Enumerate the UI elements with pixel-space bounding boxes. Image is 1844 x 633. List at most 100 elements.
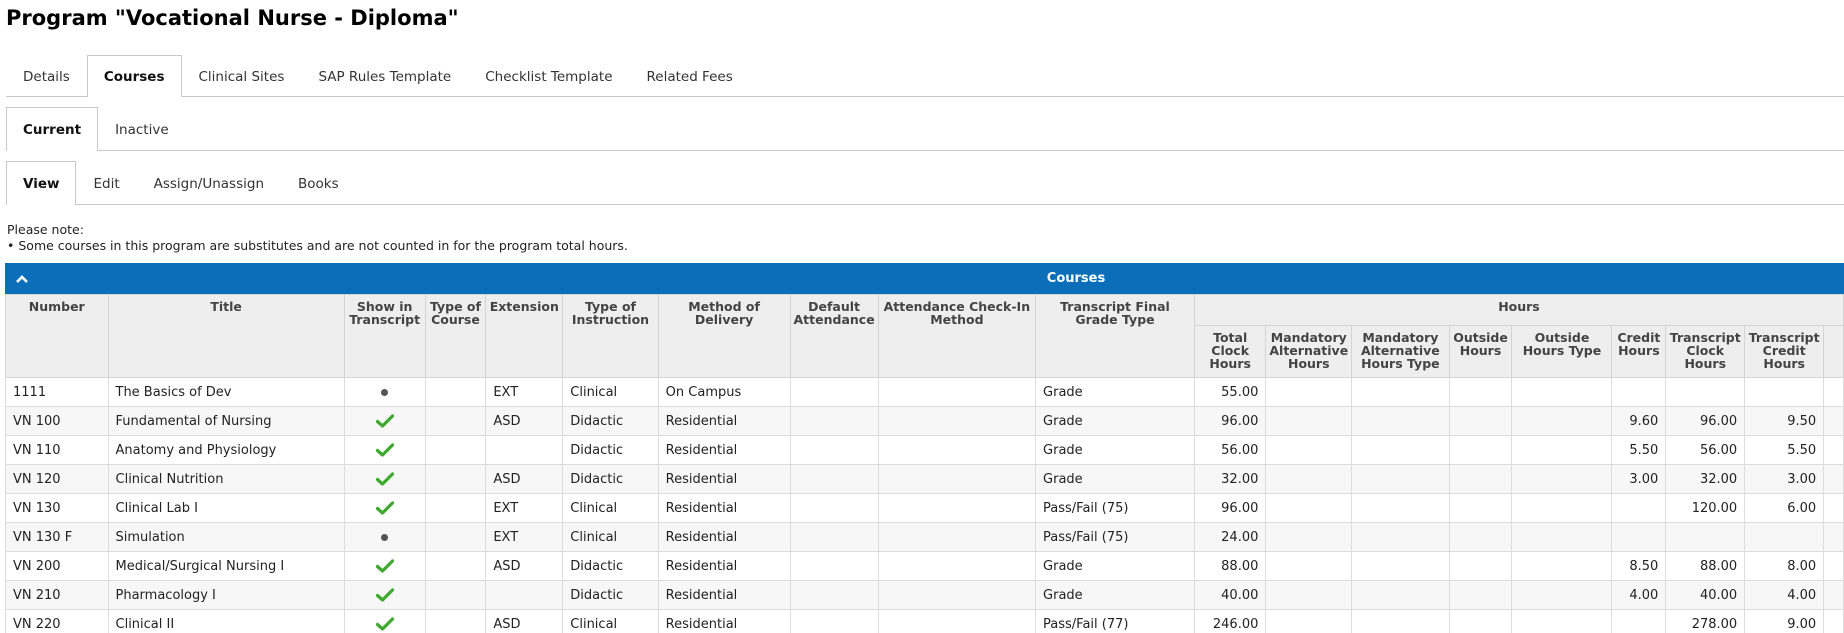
cell-credit-hours: [1611, 522, 1667, 552]
cell-attendance-check-in-method: [877, 609, 1037, 633]
tab-current[interactable]: Current: [6, 107, 99, 151]
cell-transcript-final-grade-type: Grade: [1035, 464, 1195, 494]
col-default-attendance[interactable]: Default Attendance: [789, 294, 879, 378]
cell-mandatory-alternative-hours-type: [1351, 522, 1450, 552]
tab-books[interactable]: Books: [281, 162, 356, 204]
tab-checklist-template[interactable]: Checklist Template: [468, 56, 629, 96]
col-total-clock-hours[interactable]: Total Clock Hours: [1193, 325, 1267, 378]
cell-total-clock-hours: 55.00: [1193, 377, 1267, 407]
col-show-in-transcript[interactable]: Show in Transcript: [343, 294, 426, 378]
cell-total-clock-hours: 24.00: [1193, 522, 1267, 552]
cell-outside-hours-type: [1511, 406, 1613, 436]
cell-type-of-instruction: Didactic: [562, 464, 659, 494]
table-row[interactable]: VN 130 Clinical Lab I EXT Clinical Residenti…: [5, 493, 1844, 523]
cell-outside-hours: [1448, 609, 1513, 633]
cell-mandatory-alternative-hours-type: [1351, 609, 1450, 633]
cell-outside-hours-type: [1511, 377, 1613, 407]
cell-transcript-credit-hours: 8.00: [1744, 551, 1825, 581]
cell-type-of-course: [424, 580, 487, 610]
cell-outside-hours: [1448, 522, 1513, 552]
action-tabs: View Edit Assign/Unassign Books: [6, 161, 1844, 205]
cell-overflow: [1823, 493, 1844, 523]
cell-overflow: [1823, 464, 1844, 494]
table-row[interactable]: VN 100 Fundamental of Nursing ASD Didactic R…: [5, 406, 1844, 436]
cell-transcript-credit-hours: 3.00: [1744, 464, 1825, 494]
col-credit-hours[interactable]: Credit Hours: [1611, 325, 1667, 378]
col-transcript-credit-hours[interactable]: Transcript Credit Hours: [1744, 325, 1825, 378]
cell-overflow: [1823, 580, 1844, 610]
cell-type-of-instruction: Clinical: [562, 522, 659, 552]
cell-credit-hours: 9.60: [1611, 406, 1667, 436]
tab-related-fees[interactable]: Related Fees: [630, 56, 750, 96]
cell-transcript-final-grade-type: Pass/Fail (75): [1035, 493, 1195, 523]
cell-type-of-instruction: Clinical: [562, 493, 659, 523]
note-item: • Some courses in this program are subst…: [7, 238, 628, 254]
cell-mandatory-alternative-hours: [1265, 377, 1353, 407]
table-row[interactable]: VN 220 Clinical II ASD Clinical Residential P…: [5, 609, 1844, 633]
col-transcript-final-grade-type[interactable]: Transcript Final Grade Type: [1035, 294, 1195, 378]
tab-courses[interactable]: Courses: [86, 55, 182, 97]
table-row[interactable]: 1111 The Basics of Dev EXT Clinical On Campu…: [5, 377, 1844, 407]
col-number[interactable]: Number: [5, 294, 109, 378]
cell-transcript-credit-hours: 4.00: [1744, 580, 1825, 610]
cell-type-of-course: [424, 435, 487, 465]
cell-number: VN 200: [5, 551, 109, 581]
cell-overflow: [1823, 522, 1844, 552]
tab-view[interactable]: View: [6, 161, 77, 205]
cell-overflow: [1823, 377, 1844, 407]
tab-clinical-sites[interactable]: Clinical Sites: [182, 56, 302, 96]
cell-title: Simulation: [107, 522, 345, 552]
table-row[interactable]: VN 210 Pharmacology I Didactic Residential G…: [5, 580, 1844, 610]
cell-extension: ASD: [485, 406, 564, 436]
cell-extension: EXT: [485, 522, 564, 552]
cell-transcript-final-grade-type: Grade: [1035, 377, 1195, 407]
col-attendance-check-in-method[interactable]: Attendance Check-In Method: [877, 294, 1037, 378]
col-outside-hours-type[interactable]: Outside Hours Type: [1511, 325, 1613, 378]
checkmark-icon: [375, 588, 394, 602]
tab-edit[interactable]: Edit: [76, 162, 136, 204]
tab-assign-unassign[interactable]: Assign/Unassign: [137, 162, 281, 204]
cell-outside-hours: [1448, 551, 1513, 581]
cell-title: Medical/Surgical Nursing I: [107, 551, 345, 581]
cell-show-in-transcript: [343, 435, 426, 465]
col-type-of-course[interactable]: Type of Course: [424, 294, 487, 378]
cell-extension: EXT: [485, 377, 564, 407]
cell-type-of-course: [424, 609, 487, 633]
tab-sap-rules-template[interactable]: SAP Rules Template: [301, 56, 468, 96]
cell-outside-hours-type: [1511, 551, 1613, 581]
cell-transcript-credit-hours: 9.50: [1744, 406, 1825, 436]
cell-mandatory-alternative-hours-type: [1351, 551, 1450, 581]
cell-outside-hours: [1448, 406, 1513, 436]
cell-mandatory-alternative-hours: [1265, 580, 1353, 610]
table-row[interactable]: VN 130 F Simulation EXT Clinical Residential…: [5, 522, 1844, 552]
cell-default-attendance: [789, 609, 879, 633]
cell-number: VN 220: [5, 609, 109, 633]
col-mandatory-alternative-hours[interactable]: Mandatory Alternative Hours: [1265, 325, 1353, 378]
col-method-of-delivery[interactable]: Method of Delivery: [657, 294, 791, 378]
dot-icon: [381, 388, 389, 396]
col-extension[interactable]: Extension: [485, 294, 564, 378]
cell-extension: ASD: [485, 464, 564, 494]
cell-attendance-check-in-method: [877, 522, 1037, 552]
col-outside-hours[interactable]: Outside Hours: [1448, 325, 1513, 378]
col-title[interactable]: Title: [107, 294, 345, 378]
table-row[interactable]: VN 110 Anatomy and Physiology Didactic Resi…: [5, 435, 1844, 465]
cell-attendance-check-in-method: [877, 551, 1037, 581]
cell-overflow: [1823, 406, 1844, 436]
cell-method-of-delivery: Residential: [657, 551, 791, 581]
cell-mandatory-alternative-hours: [1265, 406, 1353, 436]
col-type-of-instruction[interactable]: Type of Instruction: [562, 294, 659, 378]
cell-type-of-course: [424, 551, 487, 581]
note-heading: Please note:: [7, 222, 84, 237]
cell-transcript-clock-hours: 40.00: [1665, 580, 1746, 610]
cell-outside-hours: [1448, 377, 1513, 407]
cell-mandatory-alternative-hours: [1265, 493, 1353, 523]
col-mandatory-alternative-hours-type[interactable]: Mandatory Alternative Hours Type: [1351, 325, 1450, 378]
table-row[interactable]: VN 200 Medical/Surgical Nursing I ASD Didac…: [5, 551, 1844, 581]
col-transcript-clock-hours[interactable]: Transcript Clock Hours: [1665, 325, 1746, 378]
table-row[interactable]: VN 120 Clinical Nutrition ASD Didactic Resid…: [5, 464, 1844, 494]
cell-attendance-check-in-method: [877, 580, 1037, 610]
tab-details[interactable]: Details: [6, 56, 87, 96]
tab-inactive[interactable]: Inactive: [98, 108, 186, 150]
cell-mandatory-alternative-hours: [1265, 522, 1353, 552]
